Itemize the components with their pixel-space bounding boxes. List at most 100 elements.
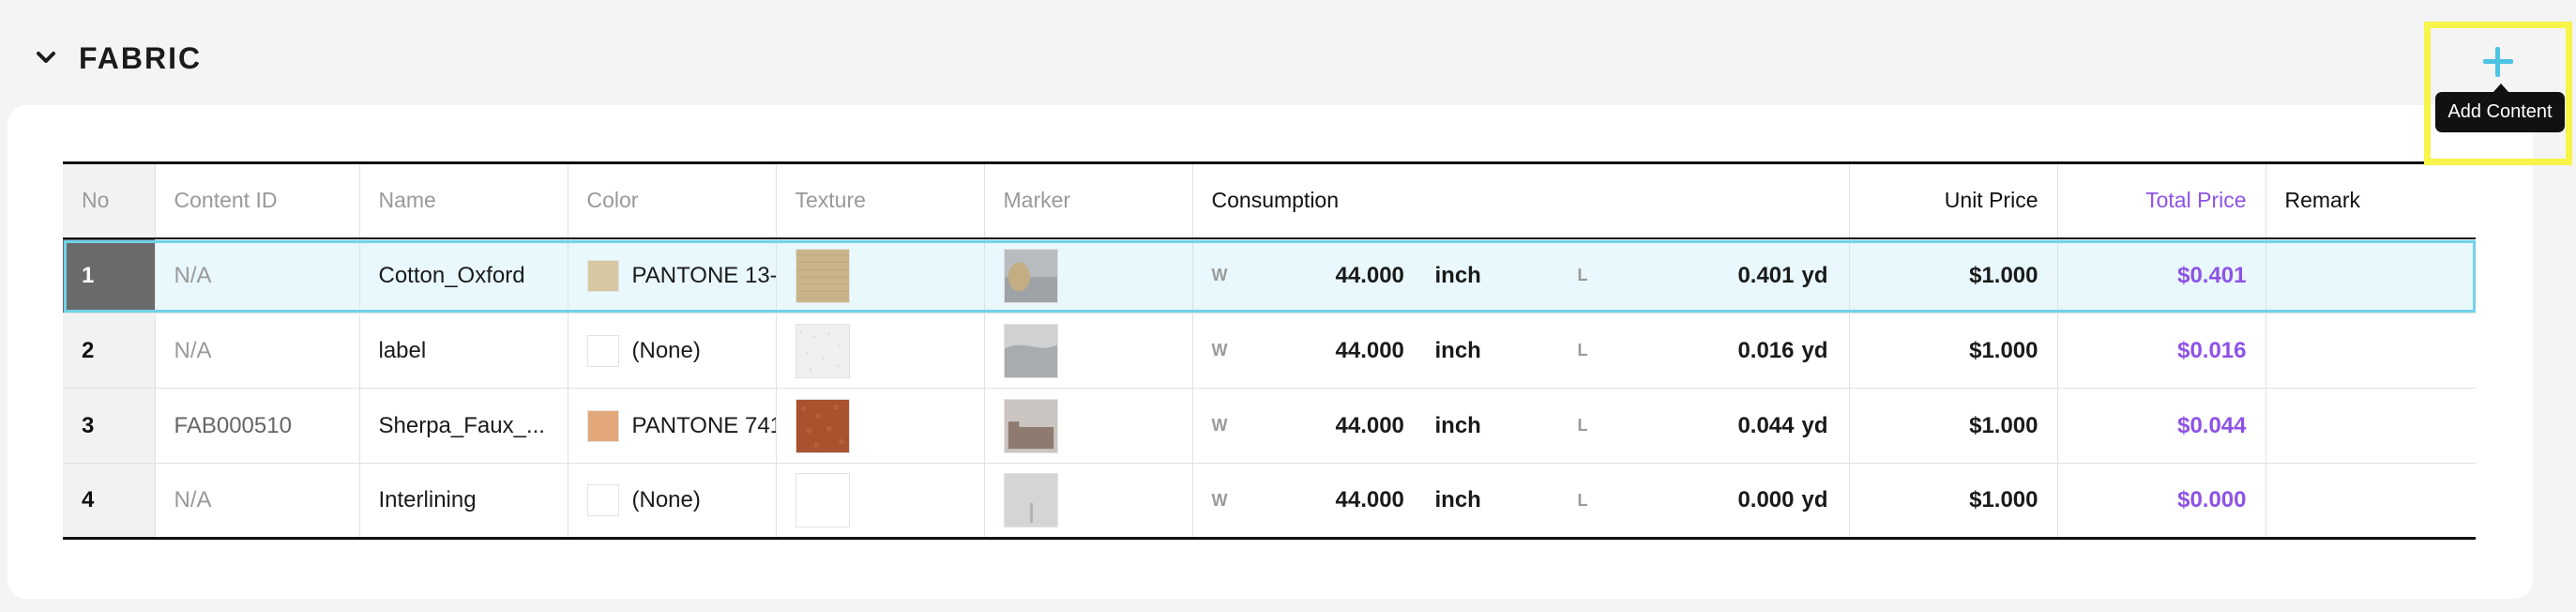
add-content-plus-icon[interactable] — [2478, 41, 2519, 83]
consumption-cell[interactable]: W 44.000 inch L 0.016 yd — [1192, 313, 1850, 389]
texture-cell[interactable] — [776, 388, 985, 464]
section-title: FABRIC — [79, 40, 203, 75]
content-id-cell: FAB000510 — [155, 388, 360, 464]
marker-cell[interactable] — [984, 237, 1193, 314]
color-cell[interactable]: PANTONE 13- — [568, 237, 777, 314]
col-header-texture[interactable]: Texture — [776, 162, 985, 238]
col-header-no[interactable]: No — [63, 162, 156, 238]
add-content-tooltip: Add Content — [2435, 92, 2565, 132]
unit-price-cell[interactable]: $1.000 — [1849, 388, 2058, 464]
length-label: L — [1577, 416, 1588, 435]
width-label: W — [1211, 416, 1228, 435]
total-price-cell: $0.044 — [2057, 388, 2266, 464]
fabric-table: No Content ID Name Color Texture Marker … — [63, 161, 2476, 540]
texture-thumbnail — [795, 398, 850, 453]
remark-cell[interactable] — [2265, 314, 2476, 389]
color-cell[interactable]: (None) — [568, 463, 777, 539]
length-label: L — [1577, 490, 1588, 510]
width-label: W — [1211, 490, 1228, 510]
length-label: L — [1577, 266, 1588, 285]
color-cell[interactable]: PANTONE 741 — [568, 388, 777, 464]
marker-cell[interactable] — [984, 388, 1193, 464]
color-swatch — [586, 409, 619, 442]
consumption-cell[interactable]: W 44.000 inch L 0.401 yd — [1192, 237, 1850, 314]
remark-cell[interactable] — [2265, 464, 2476, 539]
name-cell[interactable]: Interlining — [359, 463, 568, 539]
col-header-name[interactable]: Name — [359, 162, 568, 238]
marker-thumbnail — [1003, 473, 1058, 528]
col-header-marker[interactable]: Marker — [984, 162, 1193, 238]
row-number: 4 — [63, 463, 156, 539]
name-cell[interactable]: Sherpa_Faux_... — [359, 388, 568, 464]
texture-cell[interactable] — [776, 237, 985, 314]
width-value: 44.000 — [1335, 487, 1404, 513]
marker-thumbnail — [1003, 398, 1058, 453]
width-value: 44.000 — [1335, 412, 1404, 438]
width-unit: inch — [1434, 487, 1481, 513]
color-name: PANTONE 741 — [631, 412, 776, 438]
col-header-remark[interactable]: Remark — [2265, 163, 2476, 238]
length-label: L — [1577, 341, 1588, 360]
length-value: 0.016 — [1737, 337, 1795, 363]
width-unit: inch — [1434, 337, 1481, 363]
content-id-cell: N/A — [155, 463, 360, 539]
marker-thumbnail — [1003, 323, 1058, 378]
length-unit: yd — [1801, 262, 1828, 288]
consumption-cell[interactable]: W 44.000 inch L 0.000 yd — [1192, 463, 1850, 539]
table-row[interactable]: 2 N/A label (None) W 44.000 inch L 0.016… — [63, 313, 2476, 389]
unit-price-cell[interactable]: $1.000 — [1849, 463, 2058, 539]
chevron-down-icon[interactable] — [34, 46, 58, 70]
color-swatch — [586, 259, 619, 292]
col-header-total-price[interactable]: Total Price — [2057, 162, 2266, 238]
texture-thumbnail — [795, 323, 850, 378]
name-cell[interactable]: Cotton_Oxford — [359, 237, 568, 314]
width-unit: inch — [1434, 412, 1481, 438]
col-header-color[interactable]: Color — [568, 162, 777, 238]
remark-cell[interactable] — [2265, 237, 2476, 314]
color-name: (None) — [631, 487, 701, 513]
col-header-content-id[interactable]: Content ID — [155, 162, 360, 238]
consumption-cell[interactable]: W 44.000 inch L 0.044 yd — [1192, 388, 1850, 464]
texture-thumbnail — [795, 248, 850, 303]
width-label: W — [1211, 341, 1228, 360]
length-unit: yd — [1801, 337, 1828, 363]
width-unit: inch — [1434, 262, 1481, 288]
length-unit: yd — [1801, 412, 1828, 438]
unit-price-cell[interactable]: $1.000 — [1849, 237, 2058, 314]
width-value: 44.000 — [1335, 337, 1404, 363]
content-id-cell: N/A — [155, 237, 360, 314]
width-value: 44.000 — [1335, 262, 1404, 288]
total-price-cell: $0.000 — [2057, 463, 2266, 539]
marker-cell[interactable] — [984, 313, 1193, 389]
content-id-cell: N/A — [155, 313, 360, 389]
table-header-row: No Content ID Name Color Texture Marker … — [63, 162, 2476, 238]
table-row[interactable]: 1 N/A Cotton_Oxford PANTONE 13- W 44.000… — [63, 237, 2476, 314]
col-header-unit-price[interactable]: Unit Price — [1849, 162, 2058, 238]
texture-cell[interactable] — [776, 463, 985, 539]
unit-price-cell[interactable]: $1.000 — [1849, 313, 2058, 389]
color-swatch — [586, 484, 619, 516]
length-unit: yd — [1801, 487, 1828, 513]
total-price-cell: $0.016 — [2057, 313, 2266, 389]
table-row[interactable]: 4 N/A Interlining (None) W 44.000 inch L… — [63, 463, 2476, 539]
row-number: 1 — [63, 237, 156, 314]
texture-cell[interactable] — [776, 313, 985, 389]
texture-thumbnail — [795, 473, 850, 528]
width-label: W — [1211, 266, 1228, 285]
marker-thumbnail — [1003, 248, 1058, 303]
length-value: 0.000 — [1737, 487, 1795, 513]
marker-cell[interactable] — [984, 463, 1193, 539]
color-swatch — [586, 334, 619, 367]
row-number: 2 — [63, 313, 156, 389]
table-row[interactable]: 3 FAB000510 Sherpa_Faux_... PANTONE 741 — [63, 388, 2476, 464]
name-cell[interactable]: label — [359, 313, 568, 389]
color-name: (None) — [631, 337, 701, 363]
remark-cell[interactable] — [2265, 389, 2476, 464]
col-header-consumption[interactable]: Consumption — [1192, 162, 1850, 238]
total-price-cell: $0.401 — [2057, 237, 2266, 314]
section-header: FABRIC — [34, 38, 202, 79]
color-cell[interactable]: (None) — [568, 313, 777, 389]
row-number: 3 — [63, 388, 156, 464]
length-value: 0.044 — [1737, 412, 1795, 438]
length-value: 0.401 — [1737, 262, 1795, 288]
